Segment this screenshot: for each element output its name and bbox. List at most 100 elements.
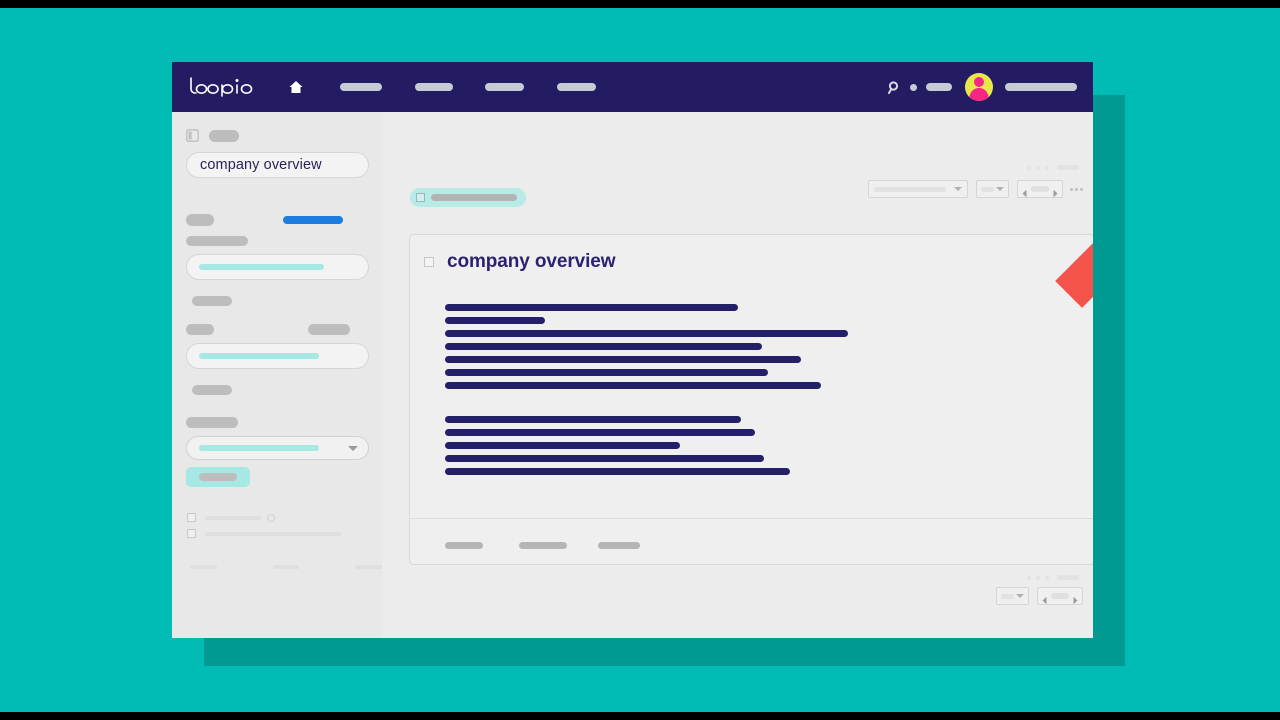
sidebar-selected-chip[interactable] bbox=[186, 467, 250, 487]
card-action-3[interactable] bbox=[598, 542, 640, 549]
text-line bbox=[445, 330, 848, 337]
more-dot bbox=[1080, 187, 1083, 191]
loopio-logo[interactable] bbox=[188, 76, 258, 98]
ghost-label bbox=[1057, 575, 1079, 580]
more-horizontal-icon[interactable] bbox=[1070, 187, 1083, 191]
info-circle-icon bbox=[267, 513, 275, 522]
sort-select-value bbox=[874, 186, 946, 192]
page-size-select[interactable] bbox=[976, 180, 1009, 198]
card-divider bbox=[410, 518, 1093, 519]
ghost-dot-icon bbox=[1036, 165, 1040, 170]
sidebar-footer-2[interactable] bbox=[272, 565, 300, 569]
text-line bbox=[445, 317, 545, 324]
content-toolbar bbox=[868, 180, 1083, 198]
checkbox-row-1[interactable] bbox=[187, 513, 382, 522]
sidebar-footer-3[interactable] bbox=[355, 565, 383, 569]
text-line bbox=[445, 416, 741, 423]
card-header: company overview bbox=[424, 251, 1093, 273]
checkbox-row-2[interactable] bbox=[187, 529, 382, 538]
account-name-label[interactable] bbox=[1005, 83, 1077, 91]
sidebar-selected-chip-label bbox=[199, 473, 237, 481]
window-body: company overview company overview bbox=[172, 112, 1093, 638]
nav-right-cluster bbox=[888, 62, 1077, 112]
text-line bbox=[445, 304, 738, 311]
text-line bbox=[445, 468, 790, 475]
notification-dot-icon[interactable] bbox=[910, 83, 917, 91]
text-line bbox=[445, 343, 762, 350]
checkbox-row-1-label bbox=[205, 515, 261, 520]
ghost-dot-icon bbox=[1045, 165, 1049, 170]
card-select-checkbox[interactable] bbox=[424, 257, 434, 267]
chevron-left-icon[interactable] bbox=[1021, 185, 1028, 197]
text-line bbox=[445, 455, 764, 462]
avatar[interactable] bbox=[965, 73, 993, 101]
sidebar-header-label bbox=[209, 129, 239, 142]
search-icon[interactable] bbox=[888, 80, 901, 94]
sidebar-field-1[interactable] bbox=[186, 254, 369, 280]
checkbox-icon[interactable] bbox=[187, 529, 196, 538]
card-action-1[interactable] bbox=[445, 542, 483, 549]
sidebar-label-left bbox=[186, 324, 214, 335]
document-card[interactable]: company overview bbox=[409, 234, 1093, 565]
sidebar-field-2-value bbox=[199, 353, 319, 359]
sidebar-hint-label-2 bbox=[192, 385, 232, 395]
sidebar-hint-label bbox=[192, 296, 232, 306]
panel-layout-icon[interactable] bbox=[186, 129, 199, 142]
screenshot-stage: company overview company overview bbox=[0, 0, 1280, 720]
chevron-right-icon[interactable] bbox=[1052, 185, 1059, 197]
app-window: company overview company overview bbox=[172, 62, 1093, 638]
ghost-dot-icon bbox=[1027, 575, 1031, 580]
paragraph-1 bbox=[445, 304, 1093, 389]
letterbox-top bbox=[0, 0, 1280, 8]
checkbox-icon[interactable] bbox=[187, 513, 196, 522]
primary-nav-items bbox=[288, 79, 596, 95]
text-line bbox=[445, 356, 801, 363]
ghost-dot-icon bbox=[1027, 165, 1031, 170]
nav-utility-item[interactable] bbox=[926, 83, 952, 91]
chevron-down-icon bbox=[1016, 594, 1024, 598]
chip-label bbox=[431, 194, 517, 201]
nav-item-2[interactable] bbox=[415, 83, 453, 91]
page-indicator bbox=[1031, 186, 1049, 192]
sort-select[interactable] bbox=[868, 180, 968, 198]
sidebar-clear-link[interactable] bbox=[283, 216, 343, 224]
nav-item-4[interactable] bbox=[557, 83, 596, 91]
sidebar-field-2[interactable] bbox=[186, 343, 369, 369]
sidebar-filter-label bbox=[186, 214, 214, 226]
card-action-2[interactable] bbox=[519, 542, 567, 549]
chevron-right-icon[interactable] bbox=[1072, 592, 1079, 604]
footer-page-indicator bbox=[1051, 593, 1069, 599]
sidebar-select[interactable] bbox=[186, 436, 369, 460]
page-size-value bbox=[981, 186, 994, 192]
footer-pagination-control[interactable] bbox=[1037, 587, 1083, 605]
footer-ghost-controls bbox=[1027, 575, 1079, 580]
sidebar-filter-row bbox=[186, 214, 382, 226]
chevron-left-icon[interactable] bbox=[1041, 592, 1048, 604]
paragraph-2 bbox=[445, 416, 1093, 475]
selected-filter-chip[interactable] bbox=[410, 188, 526, 207]
sidebar-select-label bbox=[186, 417, 238, 428]
nav-item-1[interactable] bbox=[340, 83, 382, 91]
pagination-control[interactable] bbox=[1017, 180, 1063, 198]
more-dot bbox=[1070, 187, 1073, 191]
avatar-body bbox=[969, 88, 989, 101]
nav-item-3[interactable] bbox=[485, 83, 524, 91]
chip-checkbox-icon[interactable] bbox=[416, 193, 425, 202]
checkbox-row-2-label bbox=[205, 531, 342, 536]
sidebar-label-right bbox=[308, 324, 350, 335]
text-line bbox=[445, 442, 680, 449]
sidebar: company overview bbox=[172, 112, 383, 638]
card-footer bbox=[445, 542, 640, 549]
sidebar-section-label bbox=[186, 236, 248, 246]
letterbox-bottom bbox=[0, 712, 1280, 720]
chevron-down-icon bbox=[954, 187, 962, 191]
sidebar-section-label-row bbox=[186, 226, 382, 246]
main-content: company overview bbox=[382, 112, 1093, 638]
footer-page-size-select[interactable] bbox=[996, 587, 1029, 605]
sidebar-footer-1[interactable] bbox=[190, 565, 217, 569]
card-title: company overview bbox=[447, 251, 616, 272]
home-icon[interactable] bbox=[288, 79, 304, 95]
more-dot bbox=[1075, 187, 1078, 191]
chevron-down-icon bbox=[348, 445, 358, 451]
sidebar-search-input[interactable]: company overview bbox=[186, 152, 369, 178]
